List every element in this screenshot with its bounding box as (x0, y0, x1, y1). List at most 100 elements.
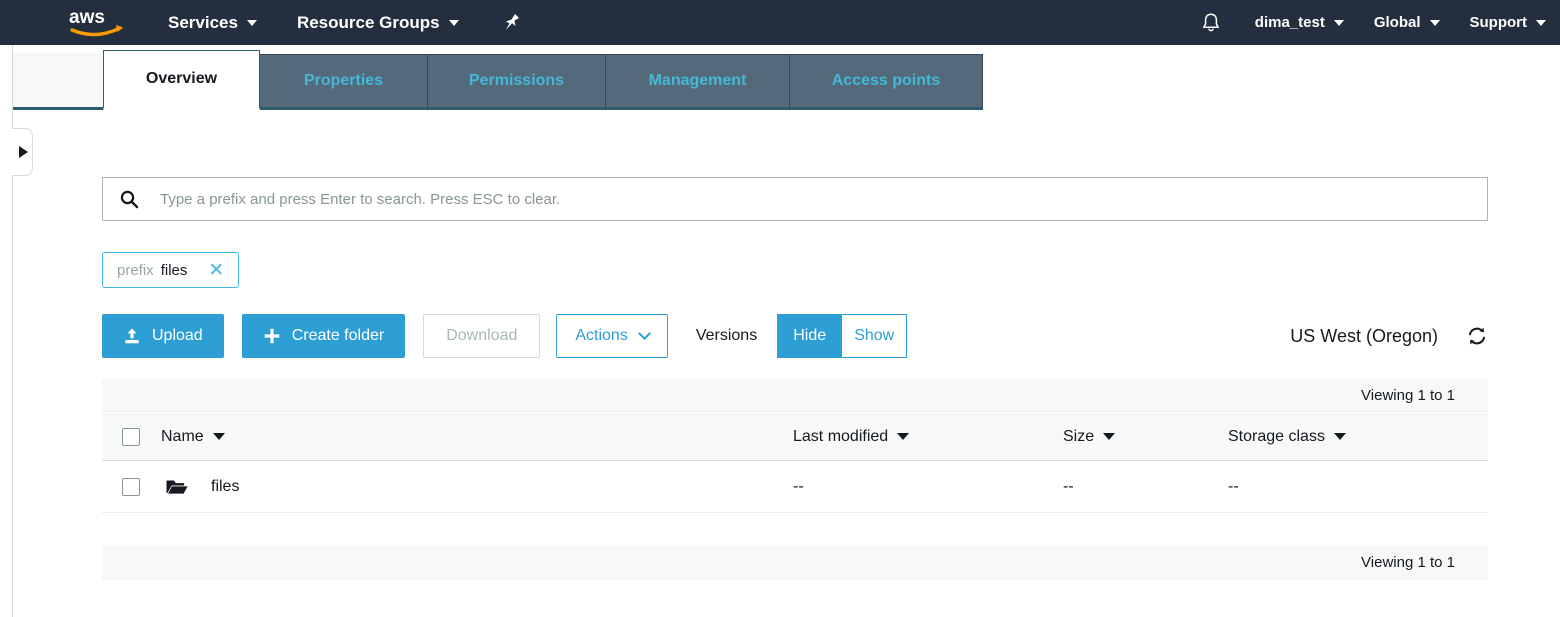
tab-properties-label: Properties (304, 72, 383, 90)
sidebar-expand-handle[interactable] (12, 128, 33, 176)
versions-hide-label: Hide (793, 327, 826, 345)
tab-permissions[interactable]: Permissions (427, 54, 606, 110)
versions-show-button[interactable]: Show (842, 314, 907, 358)
upload-label: Upload (152, 327, 203, 345)
row-last-modified: -- (793, 478, 1063, 496)
column-header-last-modified-label: Last modified (793, 428, 888, 446)
close-icon[interactable]: ✕ (208, 261, 224, 280)
filter-chip-key: prefix (117, 262, 154, 279)
chevron-down-icon (638, 327, 651, 340)
account-menu[interactable]: dima_test (1255, 14, 1344, 31)
aws-logo[interactable]: aws (68, 7, 126, 39)
tab-access-points[interactable]: Access points (789, 54, 983, 110)
upload-button[interactable]: Upload (102, 314, 224, 358)
sort-caret-icon (1103, 433, 1115, 440)
filter-chip-value: files (161, 262, 188, 279)
tab-permissions-label: Permissions (469, 72, 564, 90)
column-header-name: Name (161, 428, 793, 446)
chevron-down-icon (449, 20, 459, 26)
actions-label: Actions (575, 327, 627, 345)
pin-icon[interactable] (503, 13, 521, 33)
tab-bar-filler (13, 53, 104, 110)
search-icon (119, 189, 139, 209)
active-filters: prefix files ✕ (102, 252, 1488, 288)
objects-table: Viewing 1 to 1 Name Last modified (102, 379, 1488, 580)
row-select-cell (102, 478, 161, 496)
main-content: prefix files ✕ Upload (102, 110, 1488, 580)
top-navigation-bar: aws Services Resource Groups dima_t (0, 0, 1560, 45)
sort-caret-icon (897, 433, 909, 440)
region-name: US West (Oregon) (1290, 326, 1438, 347)
column-header-size-button[interactable]: Size (1063, 428, 1228, 446)
column-header-size: Size (1063, 428, 1228, 446)
download-label: Download (446, 327, 517, 345)
resource-groups-menu[interactable]: Resource Groups (297, 13, 459, 33)
chevron-down-icon (1334, 20, 1344, 26)
search-input[interactable] (160, 191, 1460, 208)
refresh-icon[interactable] (1466, 325, 1488, 347)
viewing-count-top: Viewing 1 to 1 (102, 379, 1488, 412)
versions-label: Versions (696, 327, 757, 345)
table-header-row: Name Last modified Size (102, 412, 1488, 461)
column-header-storage-class-button[interactable]: Storage class (1228, 428, 1346, 446)
viewing-count-bottom: Viewing 1 to 1 (102, 545, 1488, 580)
tab-bar: Overview Properties Permissions Manageme… (13, 45, 1488, 110)
column-header-storage-class-label: Storage class (1228, 428, 1325, 446)
create-folder-label: Create folder (292, 327, 385, 345)
table-row[interactable]: files -- -- -- (102, 461, 1488, 513)
support-menu[interactable]: Support (1470, 14, 1547, 31)
column-header-last-modified: Last modified (793, 428, 1063, 446)
nav-right-group: dima_test Global Support (1201, 12, 1546, 34)
page-body: Overview Properties Permissions Manageme… (0, 45, 1560, 617)
chevron-down-icon (1536, 20, 1546, 26)
region-indicator: US West (Oregon) (1290, 325, 1488, 347)
viewing-count-bottom-label: Viewing 1 to 1 (1361, 554, 1455, 571)
column-header-size-label: Size (1063, 428, 1094, 446)
column-header-name-label: Name (161, 428, 204, 446)
object-toolbar: Upload Create folder Download Actions (102, 314, 1488, 358)
row-storage-class: -- (1228, 478, 1239, 496)
sort-caret-icon (1334, 433, 1346, 440)
versions-hide-button[interactable]: Hide (777, 314, 842, 358)
services-label: Services (168, 13, 238, 33)
plus-icon (263, 327, 281, 345)
row-checkbox[interactable] (122, 478, 140, 496)
services-menu[interactable]: Services (168, 13, 257, 33)
account-label: dima_test (1255, 14, 1325, 31)
resource-groups-label: Resource Groups (297, 13, 440, 33)
tab-overview-label: Overview (146, 70, 217, 88)
region-menu[interactable]: Global (1374, 14, 1440, 31)
chevron-down-icon (247, 20, 257, 26)
tab-properties[interactable]: Properties (259, 54, 428, 110)
download-button[interactable]: Download (423, 314, 540, 358)
create-folder-button[interactable]: Create folder (242, 314, 406, 358)
chevron-right-icon (19, 146, 28, 158)
row-size: -- (1063, 478, 1228, 496)
filter-chip-prefix[interactable]: prefix files ✕ (102, 252, 239, 288)
row-name-cell: files (161, 477, 793, 497)
tab-management-label: Management (649, 72, 747, 90)
tab-overview[interactable]: Overview (103, 50, 260, 110)
support-label: Support (1470, 14, 1528, 31)
tab-access-points-label: Access points (832, 72, 940, 90)
versions-toggle-group: Hide Show (777, 314, 907, 358)
column-header-name-button[interactable]: Name (161, 428, 225, 446)
select-all-cell (102, 428, 161, 446)
svg-text:aws: aws (69, 7, 105, 28)
actions-dropdown-button[interactable]: Actions (556, 314, 667, 358)
region-label: Global (1374, 14, 1421, 31)
upload-icon (123, 327, 141, 345)
prefix-search-box[interactable] (102, 177, 1488, 221)
row-name-label[interactable]: files (211, 478, 239, 496)
viewing-count-top-label: Viewing 1 to 1 (1361, 387, 1455, 404)
nav-left-group: Services Resource Groups (168, 13, 521, 33)
folder-icon (165, 477, 189, 497)
tab-management[interactable]: Management (605, 54, 790, 110)
sort-caret-icon (213, 433, 225, 440)
column-header-last-modified-button[interactable]: Last modified (793, 428, 1063, 446)
versions-show-label: Show (854, 327, 894, 345)
select-all-checkbox[interactable] (122, 428, 140, 446)
chevron-down-icon (1430, 20, 1440, 26)
bell-icon[interactable] (1201, 12, 1221, 34)
column-header-storage-class: Storage class (1228, 428, 1346, 446)
